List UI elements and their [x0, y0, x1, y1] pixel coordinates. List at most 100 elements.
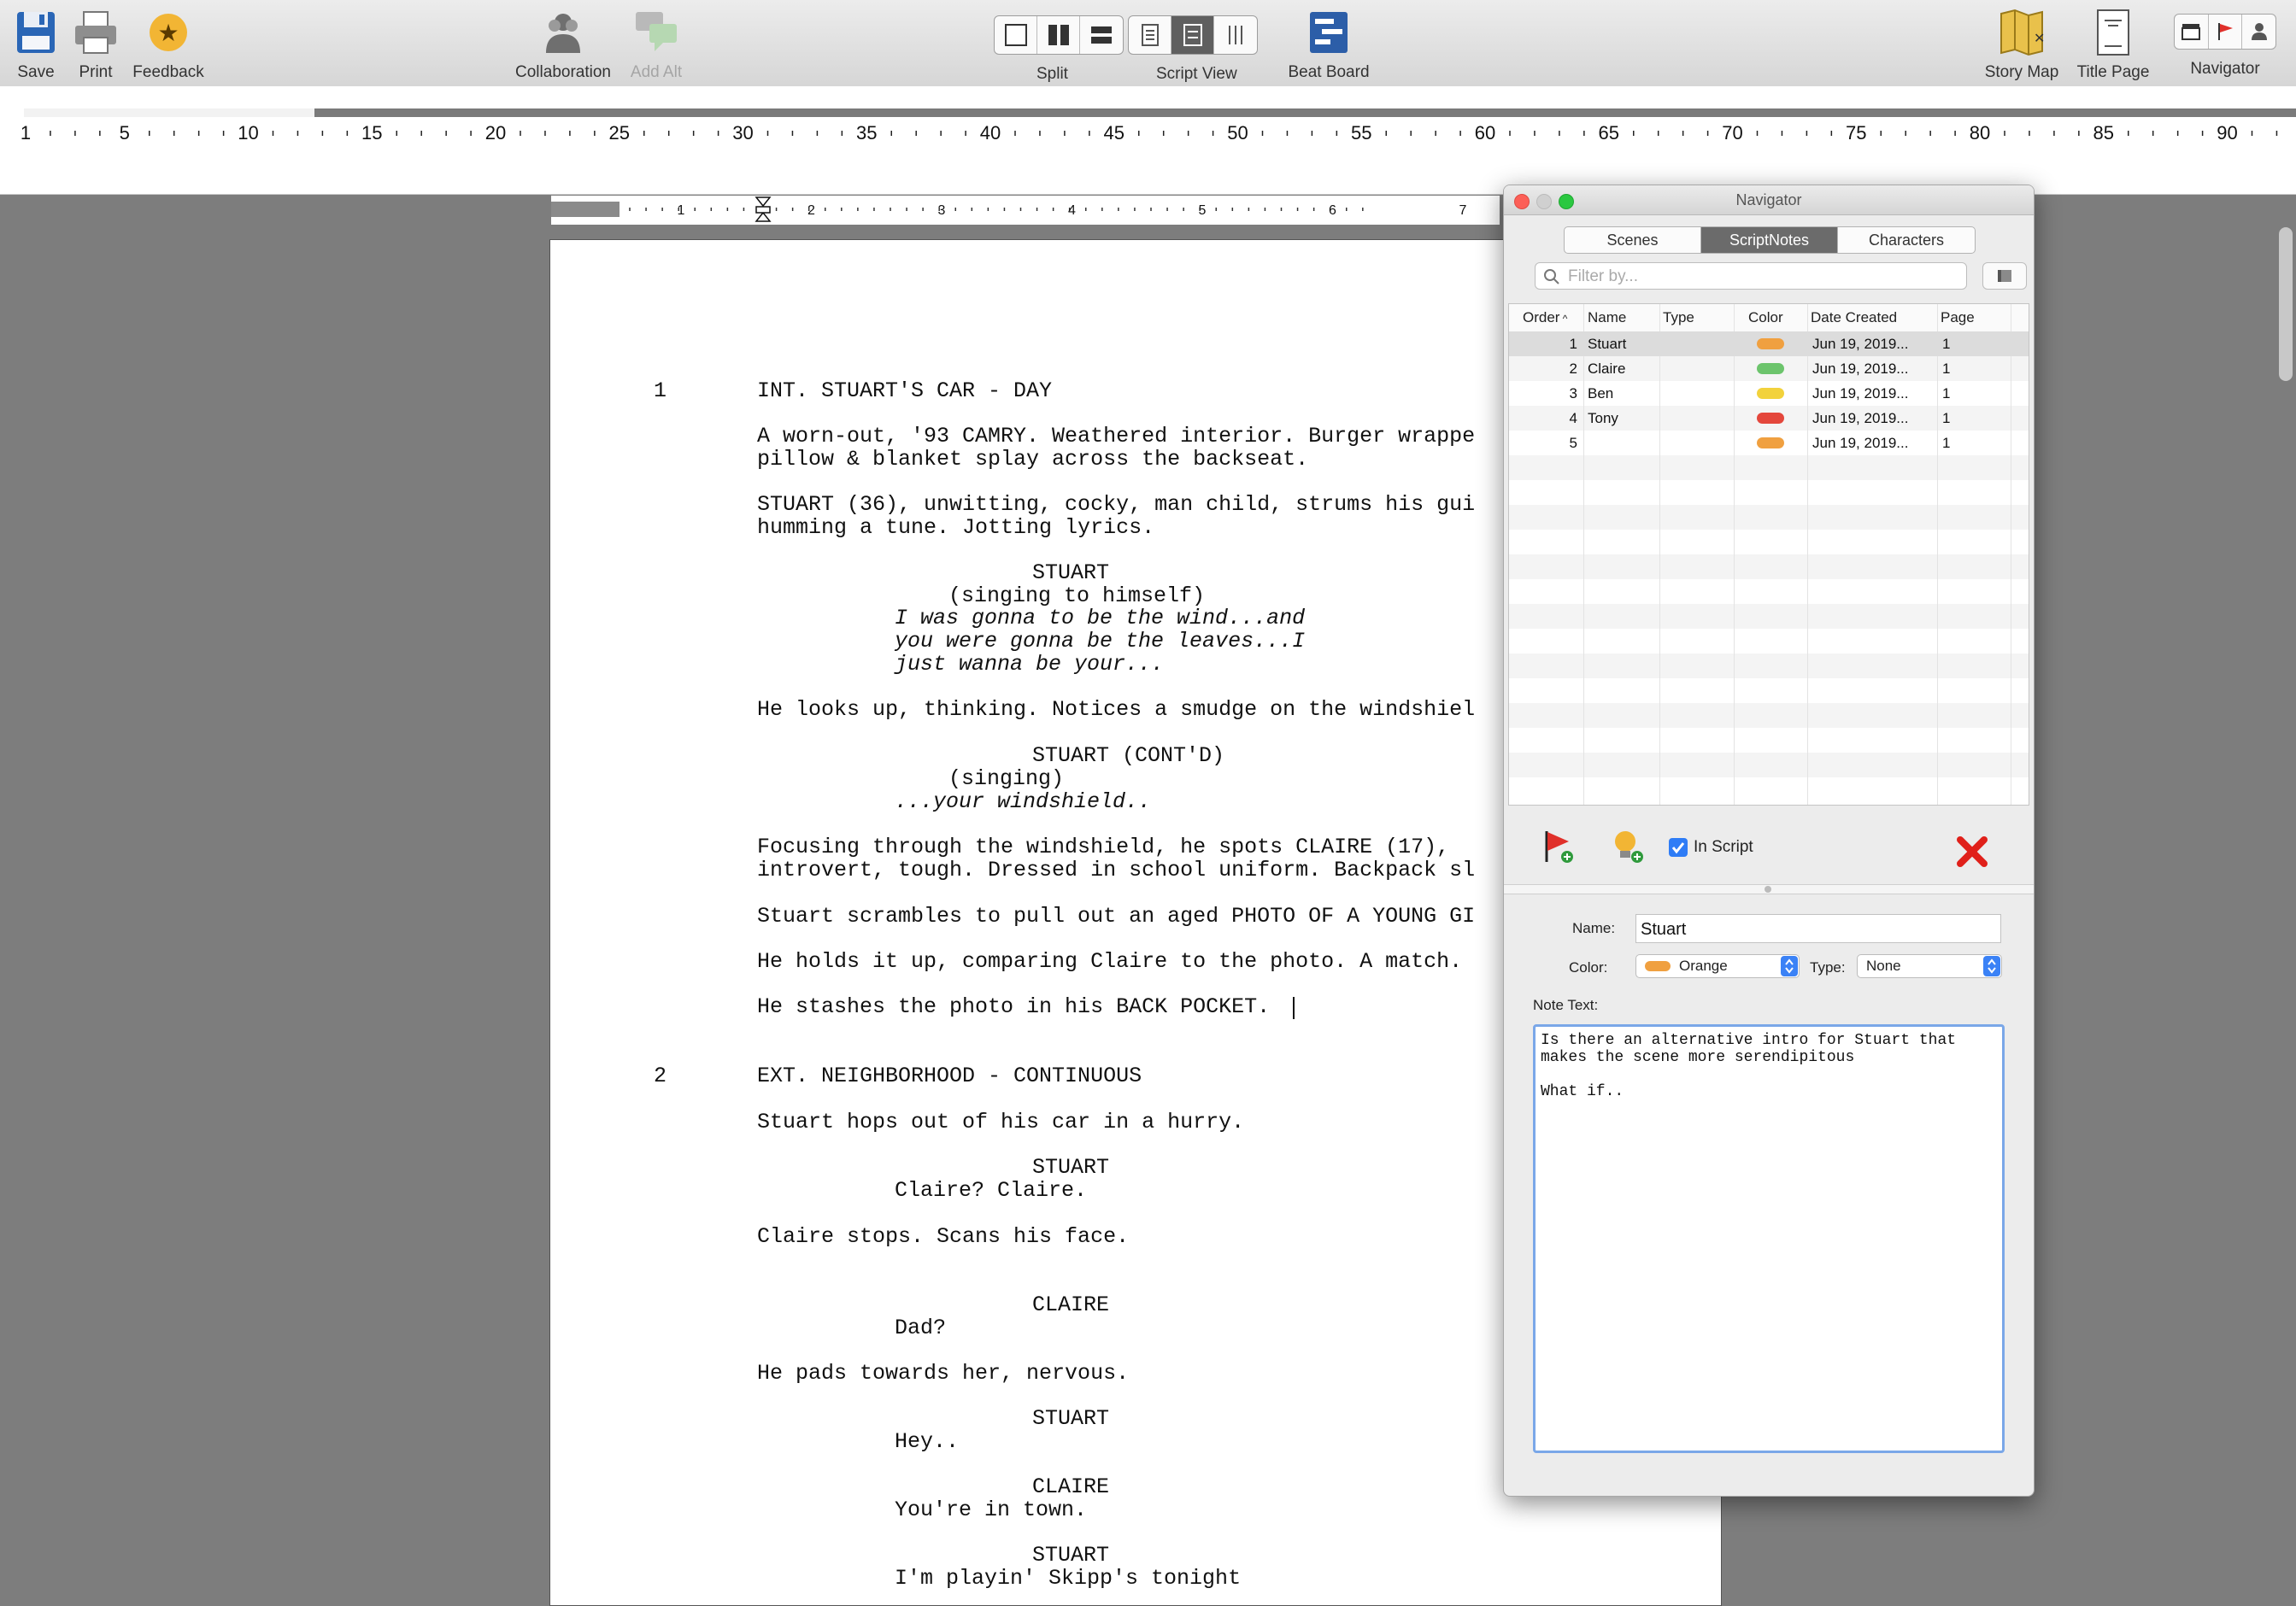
- action-line[interactable]: Focusing through the windshield, he spot…: [757, 835, 1449, 859]
- script-view-speed-button[interactable]: [1171, 16, 1214, 54]
- vertical-scrollbar[interactable]: [2279, 227, 2293, 381]
- indent-marker[interactable]: [755, 196, 772, 222]
- script-view-page-button[interactable]: [1129, 16, 1171, 54]
- column-date-header[interactable]: Date Created: [1811, 304, 1897, 331]
- table-row[interactable]: 1 Stuart Jun 19, 2019... 1: [1509, 331, 2029, 356]
- tab-scriptnotes[interactable]: ScriptNotes: [1701, 227, 1838, 253]
- type-popup[interactable]: None: [1857, 954, 2002, 978]
- action-line[interactable]: pillow & blanket splay across the backse…: [757, 448, 1308, 471]
- table-row[interactable]: 3 Ben Jun 19, 2019... 1: [1509, 381, 2029, 406]
- add-flag-note-button[interactable]: [1541, 828, 1576, 870]
- action-line[interactable]: He pads towards her, nervous.: [757, 1362, 1129, 1385]
- scene-number: 1: [654, 378, 667, 403]
- action-line[interactable]: Claire stops. Scans his face.: [757, 1225, 1129, 1248]
- tab-characters[interactable]: Characters: [1838, 227, 1975, 253]
- character-name[interactable]: STUART (CONT'D): [1032, 744, 1224, 767]
- action-line[interactable]: He looks up, thinking. Notices a smudge …: [757, 698, 1475, 721]
- column-type-header[interactable]: Type: [1663, 304, 1694, 331]
- split-horizontal-button[interactable]: [1080, 16, 1123, 54]
- close-window-button[interactable]: [1514, 194, 1530, 209]
- scriptnotes-table: Order ^ Name Type Color Date Created Pag…: [1508, 303, 2029, 806]
- note-text-area[interactable]: [1533, 1024, 2005, 1453]
- notes-options-button[interactable]: [1982, 262, 2027, 290]
- ruler-scale[interactable]: 1 5 10 15 20 25 30 35 40 45 50 55 60 65 70 75 80 85 90: [0, 86, 2296, 194]
- story-map-button[interactable]: ✕ Story Map: [1977, 7, 2066, 82]
- character-name[interactable]: CLAIRE: [1032, 1475, 1109, 1498]
- print-button[interactable]: Print: [68, 7, 123, 82]
- table-row[interactable]: 2 Claire Jun 19, 2019... 1: [1509, 356, 2029, 381]
- person-icon[interactable]: [2242, 15, 2275, 49]
- action-line[interactable]: A worn-out, '93 CAMRY. Weathered interio…: [757, 425, 1475, 448]
- printer-icon: [70, 7, 121, 58]
- action-line[interactable]: He stashes the photo in his BACK POCKET.: [757, 995, 1270, 1018]
- dialogue-line[interactable]: You're in town.: [895, 1498, 1087, 1521]
- dialogue-line[interactable]: I was gonna to be the wind...and: [895, 607, 1305, 630]
- title-page-button[interactable]: Title Page: [2071, 7, 2155, 82]
- table-row[interactable]: 5 Jun 19, 2019... 1: [1509, 431, 2029, 455]
- action-line[interactable]: humming a tune. Jotting lyrics.: [757, 516, 1154, 539]
- dialogue-line[interactable]: ...your windshield..: [895, 790, 1151, 813]
- table-row[interactable]: 4 Tony Jun 19, 2019... 1: [1509, 406, 2029, 431]
- table-stripe: [1509, 530, 2029, 554]
- filter-input[interactable]: [1566, 266, 1954, 288]
- action-line[interactable]: He holds it up, comparing Claire to the …: [757, 950, 1462, 973]
- minimize-window-button[interactable]: [1536, 194, 1552, 209]
- character-name[interactable]: STUART: [1032, 1156, 1109, 1179]
- ruler-number: 10: [238, 122, 258, 144]
- character-name[interactable]: STUART: [1032, 561, 1109, 584]
- scene-heading[interactable]: EXT. NEIGHBORHOOD - CONTINUOUS: [757, 1064, 1142, 1087]
- column-color-header[interactable]: Color: [1748, 304, 1783, 331]
- page-ruler-number: 1: [678, 203, 685, 218]
- dialogue-line[interactable]: just wanna be your...: [895, 653, 1164, 676]
- ruler-number: 65: [1599, 122, 1619, 144]
- column-order-header[interactable]: Order ^: [1523, 304, 1567, 331]
- scene-heading[interactable]: INT. STUART'S CAR - DAY: [757, 379, 1052, 402]
- split-single-button[interactable]: [995, 16, 1037, 54]
- save-button[interactable]: Save: [9, 7, 63, 82]
- feedback-button[interactable]: ★ Feedback: [128, 7, 208, 82]
- action-line[interactable]: Stuart scrambles to pull out an aged PHO…: [757, 905, 1475, 928]
- beat-board-button[interactable]: Beat Board: [1282, 7, 1376, 82]
- navigator-window: Navigator Scenes ScriptNotes Characters …: [1503, 185, 2035, 1497]
- character-name[interactable]: STUART: [1032, 1544, 1109, 1567]
- zoom-window-button[interactable]: [1559, 194, 1574, 209]
- dialogue-line[interactable]: Dad?: [895, 1316, 946, 1339]
- collaboration-button[interactable]: Collaboration: [508, 7, 618, 82]
- script-view-columns-button[interactable]: [1214, 16, 1257, 54]
- ruler-number: 1: [21, 122, 31, 144]
- character-name[interactable]: STUART: [1032, 1407, 1109, 1430]
- page-ruler-number: 7: [1459, 203, 1467, 218]
- dialogue-line[interactable]: Hey..: [895, 1430, 959, 1453]
- action-line[interactable]: Stuart hops out of his car in a hurry.: [757, 1111, 1244, 1134]
- parenthetical[interactable]: (singing): [948, 767, 1064, 790]
- clapperboard-icon[interactable]: [2175, 15, 2209, 49]
- character-name[interactable]: CLAIRE: [1032, 1293, 1109, 1316]
- in-script-checkbox[interactable]: [1669, 838, 1688, 857]
- ruler-number: 85: [2093, 122, 2114, 144]
- parenthetical[interactable]: (singing to himself): [948, 584, 1205, 607]
- navigator-button[interactable]: Navigator: [2166, 7, 2284, 79]
- column-page-header[interactable]: Page: [1941, 304, 1975, 331]
- horizontal-split-icon: [1091, 26, 1112, 44]
- table-stripe: [1509, 455, 2029, 480]
- action-line[interactable]: introvert, tough. Dressed in school unif…: [757, 859, 1475, 882]
- name-field[interactable]: Stuart: [1635, 914, 2001, 943]
- ruler-number: 70: [1722, 122, 1742, 144]
- dialogue-line[interactable]: you were gonna be the leaves...I: [895, 630, 1305, 653]
- action-line[interactable]: STUART (36), unwitting, cocky, man child…: [757, 493, 1475, 516]
- tab-scenes[interactable]: Scenes: [1565, 227, 1701, 253]
- page-view-icon: [1141, 24, 1159, 46]
- flag-icon[interactable]: [2209, 15, 2243, 49]
- color-popup[interactable]: Orange: [1635, 954, 1800, 978]
- split-divider[interactable]: [1504, 884, 2034, 894]
- delete-note-button[interactable]: [1955, 835, 1989, 873]
- speed-view-icon: [1183, 24, 1202, 46]
- navigator-titlebar[interactable]: Navigator: [1504, 185, 2034, 215]
- ruler-number: 20: [485, 122, 506, 144]
- add-alt-button[interactable]: Add Alt: [622, 7, 690, 82]
- dialogue-line[interactable]: Claire? Claire.: [895, 1179, 1087, 1202]
- dialogue-line[interactable]: I'm playin' Skipp's tonight: [895, 1567, 1241, 1590]
- split-vertical-button[interactable]: [1037, 16, 1080, 54]
- column-name-header[interactable]: Name: [1588, 304, 1626, 331]
- add-idea-note-button[interactable]: [1612, 828, 1646, 870]
